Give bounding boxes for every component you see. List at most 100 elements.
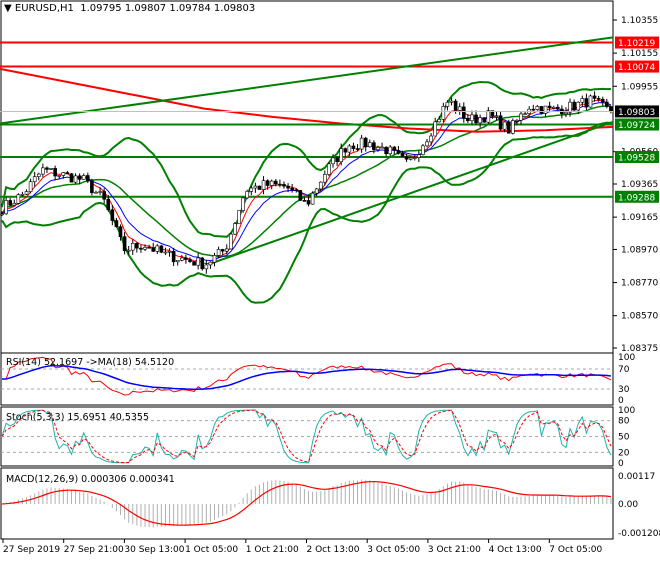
high-price: 1.09807 <box>124 3 167 14</box>
candle-body <box>408 157 413 160</box>
candle-body <box>81 175 86 180</box>
candle-body <box>8 200 12 206</box>
price-tag-1.10219: 1.10219 <box>618 39 655 49</box>
candle-body <box>57 175 62 177</box>
rsi-label: RSI(14) 52.1697 ->MA(18) 54.5120 <box>6 357 175 368</box>
candle-body <box>110 209 115 221</box>
collapse-triangle-icon[interactable]: ▼ <box>4 3 12 14</box>
candle <box>482 117 487 123</box>
candle-body <box>282 184 286 187</box>
candle-body <box>102 191 106 200</box>
candle-body <box>576 101 581 111</box>
candle-body <box>609 106 613 112</box>
candle-body <box>314 188 319 194</box>
price-tag-1.10074: 1.10074 <box>618 63 655 73</box>
candle-body <box>171 250 176 263</box>
candle-body <box>45 167 49 170</box>
candle-body <box>216 249 221 256</box>
chart-title: ▼ EURUSD,H1 1.09795 1.09807 1.09784 1.09… <box>4 3 255 14</box>
candle-body <box>384 146 388 155</box>
candle-body <box>584 98 589 108</box>
price-tick-label: 1.08770 <box>621 279 658 289</box>
price-tick-label: 1.09955 <box>621 82 658 92</box>
candle-body <box>605 101 609 107</box>
price-tick-label: 1.09165 <box>621 213 658 223</box>
candle-body <box>380 146 384 149</box>
candle-body <box>351 145 356 149</box>
candle <box>192 261 196 266</box>
candle <box>588 94 593 108</box>
price-tag-1.09803: 1.09803 <box>618 108 655 118</box>
candle-body <box>135 243 139 249</box>
candle-body <box>421 145 425 155</box>
candle-body <box>388 146 393 155</box>
candle-body <box>106 198 111 211</box>
candle-body <box>457 106 462 111</box>
candle-body <box>249 187 254 192</box>
stoch-label: Stoch(5,3,3) 15.6951 40.5355 <box>6 412 150 423</box>
candle-body <box>433 121 437 137</box>
candle-body <box>539 106 544 114</box>
stoch-tick: 100 <box>618 406 635 416</box>
candle <box>237 210 241 224</box>
candle-body <box>41 167 45 175</box>
candle-body <box>441 106 446 120</box>
candle-body <box>257 185 262 190</box>
candle-body <box>486 110 491 123</box>
candle-body <box>359 137 364 150</box>
candle <box>506 119 511 134</box>
candle-body <box>323 174 327 183</box>
candle <box>421 143 425 156</box>
candle-body <box>474 114 478 124</box>
candle-body <box>16 194 21 204</box>
candle-body <box>551 106 556 109</box>
candle-body <box>306 200 311 205</box>
candle-body <box>343 148 348 153</box>
candle <box>233 222 237 236</box>
candle <box>257 185 262 190</box>
candle-body <box>572 101 576 111</box>
candle-body <box>600 98 605 103</box>
mt4-chart-window[interactable]: 1.103551.101551.099551.095601.093651.091… <box>0 0 660 560</box>
candle-body <box>331 157 335 165</box>
candle-body <box>461 106 466 119</box>
rsi-tick: 30 <box>618 385 630 395</box>
candle-body <box>24 191 29 195</box>
candle-body <box>204 264 209 270</box>
rsi-tick: 0 <box>618 396 624 406</box>
candle-body <box>453 100 458 111</box>
candle-body <box>269 180 274 186</box>
candle-body <box>36 173 41 177</box>
candle-body <box>151 247 156 252</box>
candle-body <box>90 180 94 194</box>
candle-body <box>265 180 270 186</box>
candle-body <box>318 181 323 190</box>
candle-body <box>32 176 37 182</box>
candle-body <box>372 142 376 150</box>
candle-body <box>425 141 429 147</box>
candle-body <box>543 105 548 114</box>
candle-body <box>396 150 401 154</box>
candle-body <box>466 118 470 122</box>
candle <box>327 162 331 177</box>
close-price: 1.09803 <box>213 3 256 14</box>
time-tick-label: 4 Oct 13:00 <box>489 545 542 555</box>
candle-body <box>449 100 454 103</box>
candle <box>241 197 245 213</box>
candle-body <box>335 157 339 163</box>
candle-body <box>478 117 482 124</box>
time-tick-label: 7 Oct 05:00 <box>549 545 602 555</box>
price-tick-label: 1.09365 <box>621 180 658 190</box>
candle-body <box>175 260 180 263</box>
candle-body <box>147 246 151 249</box>
candle-body <box>482 117 487 123</box>
candle-body <box>139 247 143 250</box>
symbol-label: EURUSD,H1 <box>14 3 74 14</box>
time-tick-label: 1 Oct 05:00 <box>185 545 238 555</box>
candle-body <box>392 146 397 151</box>
candle-body <box>94 191 98 194</box>
candle-body <box>122 236 127 252</box>
candle-body <box>20 193 25 196</box>
candle-body <box>163 251 168 254</box>
candle <box>310 191 315 205</box>
